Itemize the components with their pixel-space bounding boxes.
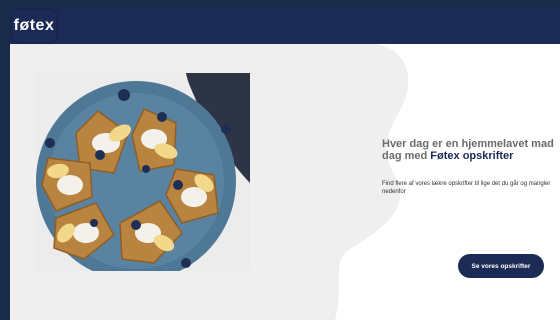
page-frame: føtex Hver dag er en hjemmelavet mad dag… xyxy=(10,8,560,320)
see-recipes-button[interactable]: Se vores opskrifter xyxy=(458,254,544,278)
top-navigation-bar: føtex xyxy=(10,8,560,44)
waffles-food-photo xyxy=(36,73,250,271)
fotex-logo[interactable]: føtex xyxy=(12,10,56,42)
hero-headline: Hver dag er en hjemmelavet mad dag med F… xyxy=(382,138,560,162)
hero-description: Find flere af vores lækre opskrifter til… xyxy=(382,181,551,195)
headline-brand-text: Føtex opskrifter xyxy=(430,150,514,162)
